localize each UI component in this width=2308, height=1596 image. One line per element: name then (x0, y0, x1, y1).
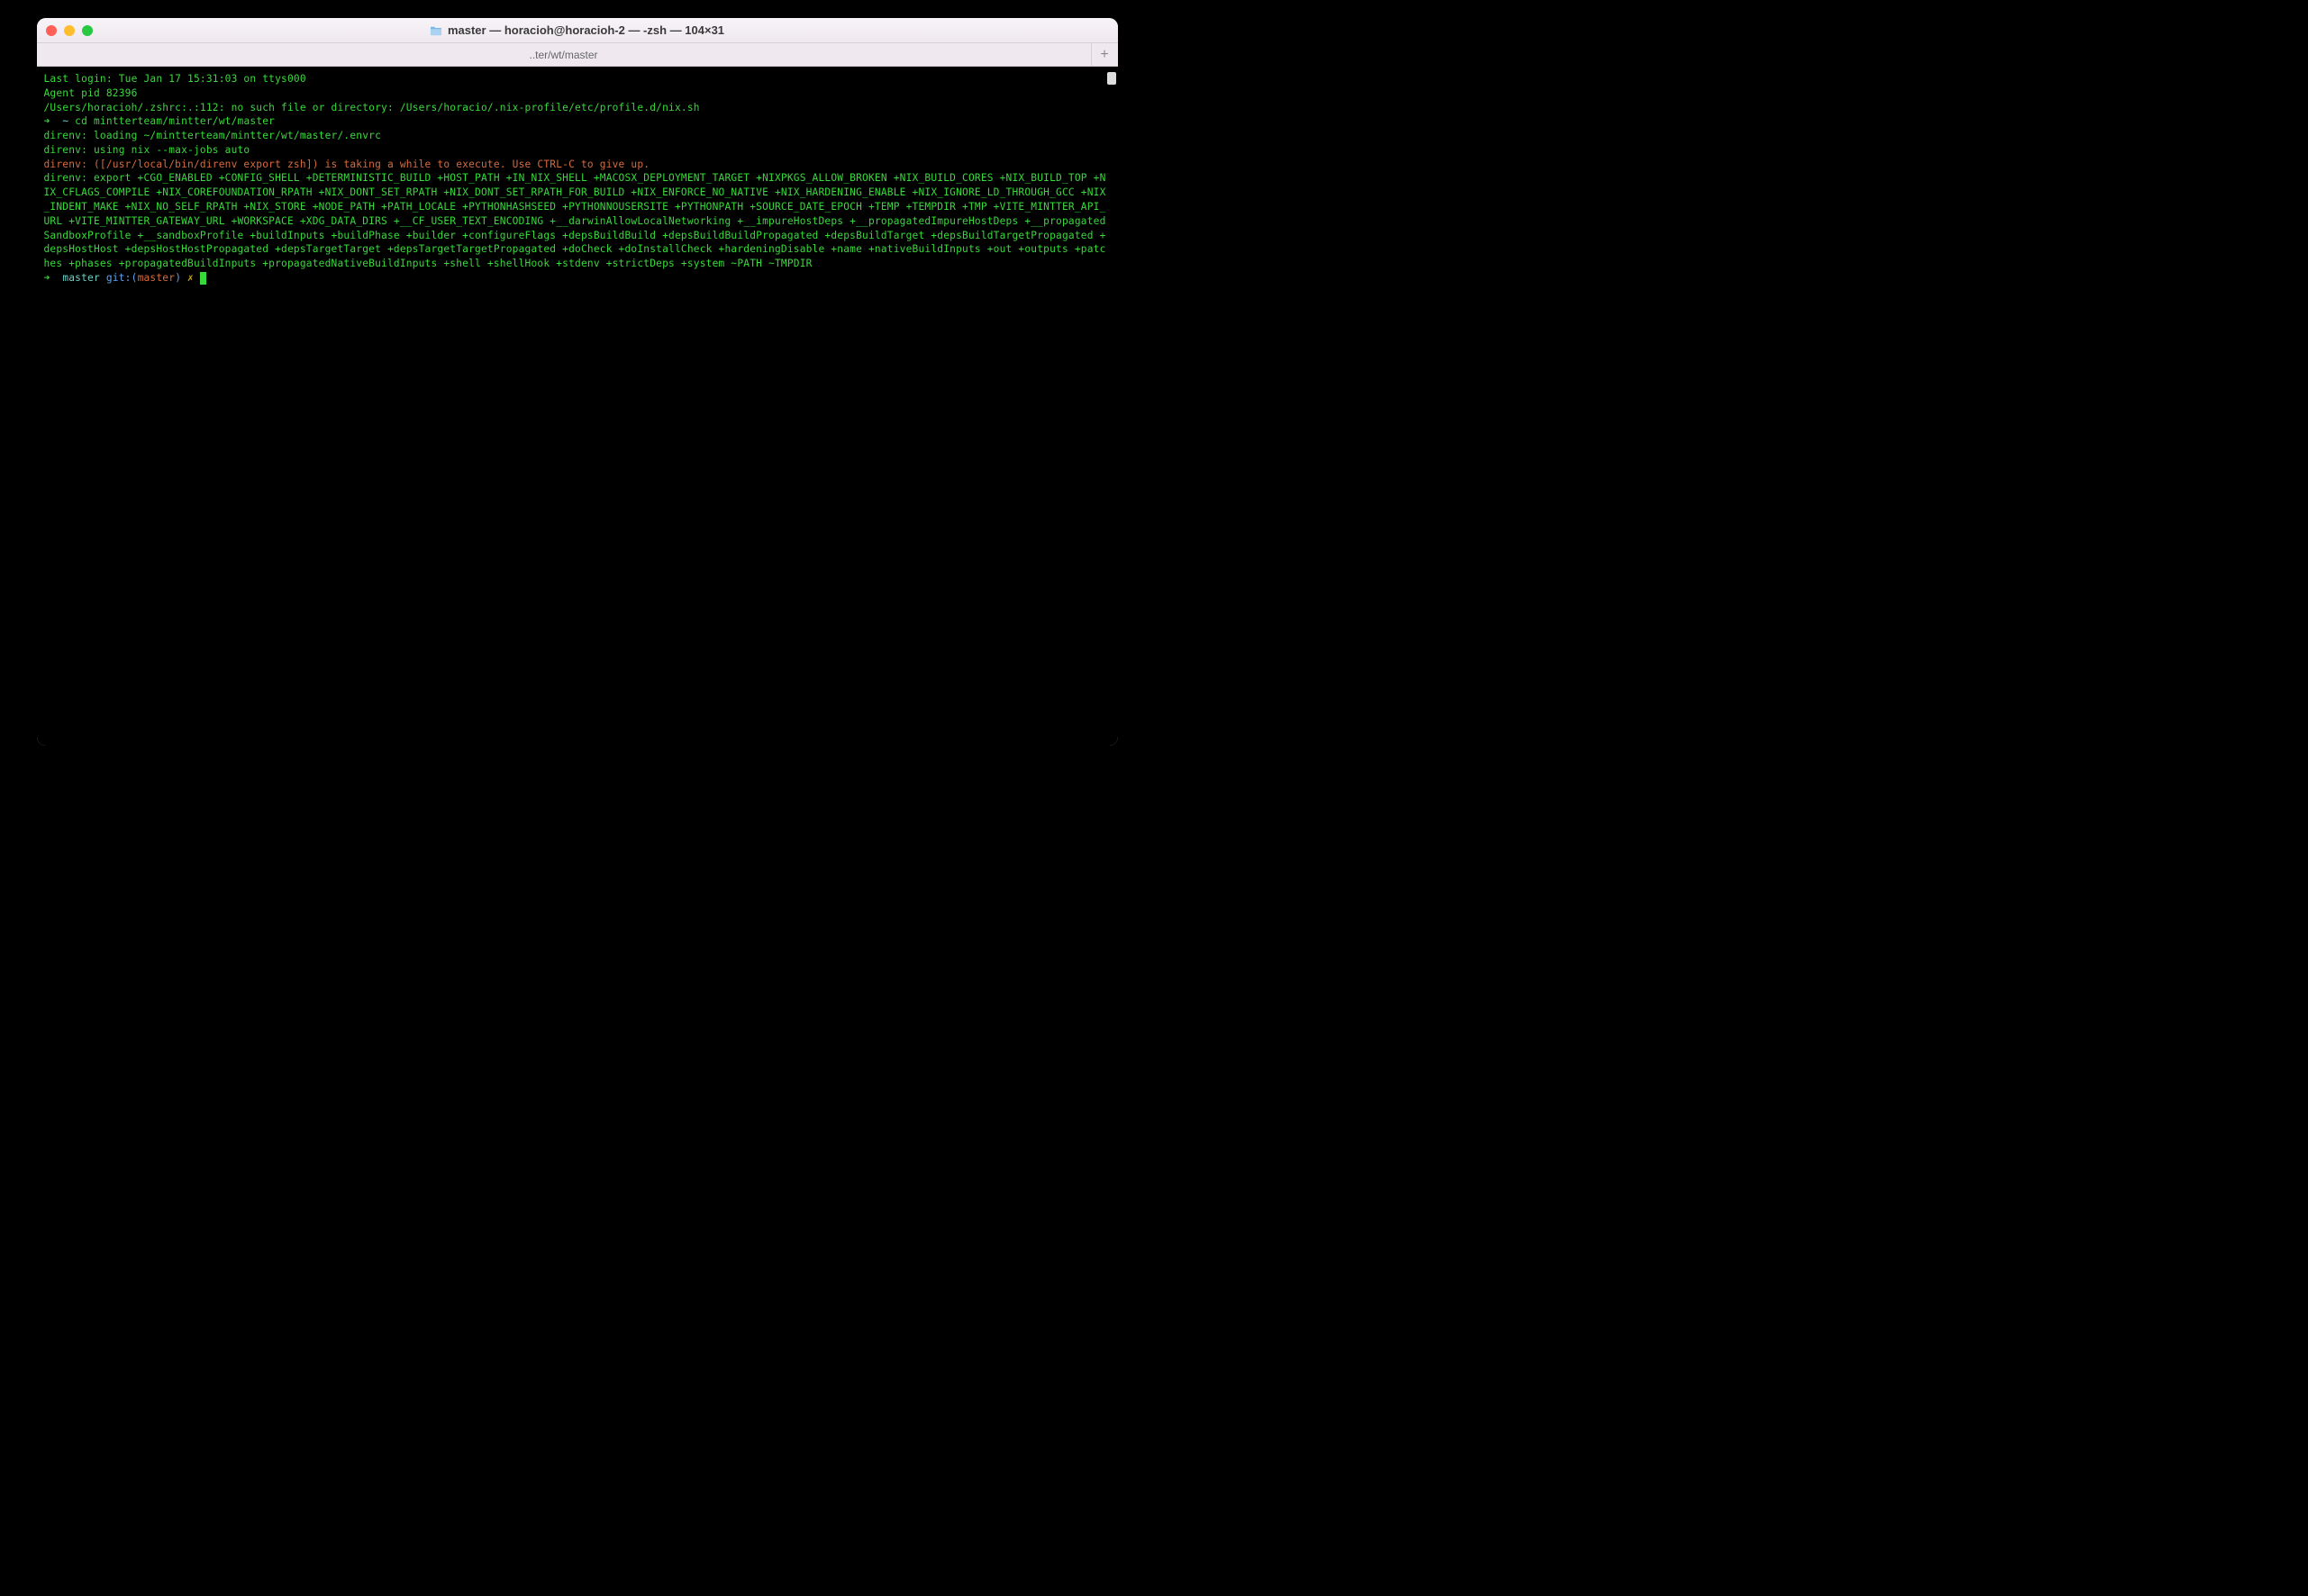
scrollbar-thumb[interactable] (1107, 72, 1116, 85)
prompt-dir: master (62, 272, 100, 284)
terminal-window: master — horacioh@horacioh-2 — -zsh — 10… (37, 18, 1118, 746)
terminal-line: direnv: export +CGO_ENABLED +CONFIG_SHEL… (44, 172, 1106, 269)
folder-icon (430, 25, 442, 36)
terminal-line: direnv: loading ~/mintterteam/mintter/wt… (44, 130, 382, 141)
command-text: cd mintterteam/mintter/wt/master (68, 115, 275, 127)
git-branch: master (138, 272, 176, 284)
terminal-line: Last login: Tue Jan 17 15:31:03 on ttys0… (44, 73, 306, 85)
terminal-line: direnv: using nix --max-jobs auto (44, 144, 250, 156)
terminal-warning: direnv: ([/usr/local/bin/direnv export z… (44, 159, 650, 170)
terminal-line: /Users/horacioh/.zshrc:.:112: no such fi… (44, 102, 700, 113)
window-title-text: master — horacioh@horacioh-2 — -zsh — 10… (448, 23, 724, 37)
window-controls (46, 25, 93, 36)
new-tab-button[interactable]: + (1091, 43, 1118, 66)
minimize-button[interactable] (64, 25, 75, 36)
git-label: git:( (100, 272, 138, 284)
tab-active[interactable]: ..ter/wt/master (37, 43, 1091, 66)
tab-label: ..ter/wt/master (529, 49, 597, 61)
terminal-body[interactable]: Last login: Tue Jan 17 15:31:03 on ttys0… (37, 67, 1118, 746)
plus-icon: + (1100, 47, 1108, 63)
git-dirty-icon: ✗ (181, 272, 200, 284)
window-title: master — horacioh@horacioh-2 — -zsh — 10… (37, 23, 1118, 37)
cursor (200, 272, 206, 285)
terminal-line: Agent pid 82396 (44, 87, 138, 99)
prompt-arrow: ➜ (44, 272, 63, 284)
titlebar: master — horacioh@horacioh-2 — -zsh — 10… (37, 18, 1118, 43)
prompt-arrow: ➜ (44, 115, 63, 127)
close-button[interactable] (46, 25, 57, 36)
tab-bar: ..ter/wt/master + (37, 43, 1118, 67)
maximize-button[interactable] (82, 25, 93, 36)
